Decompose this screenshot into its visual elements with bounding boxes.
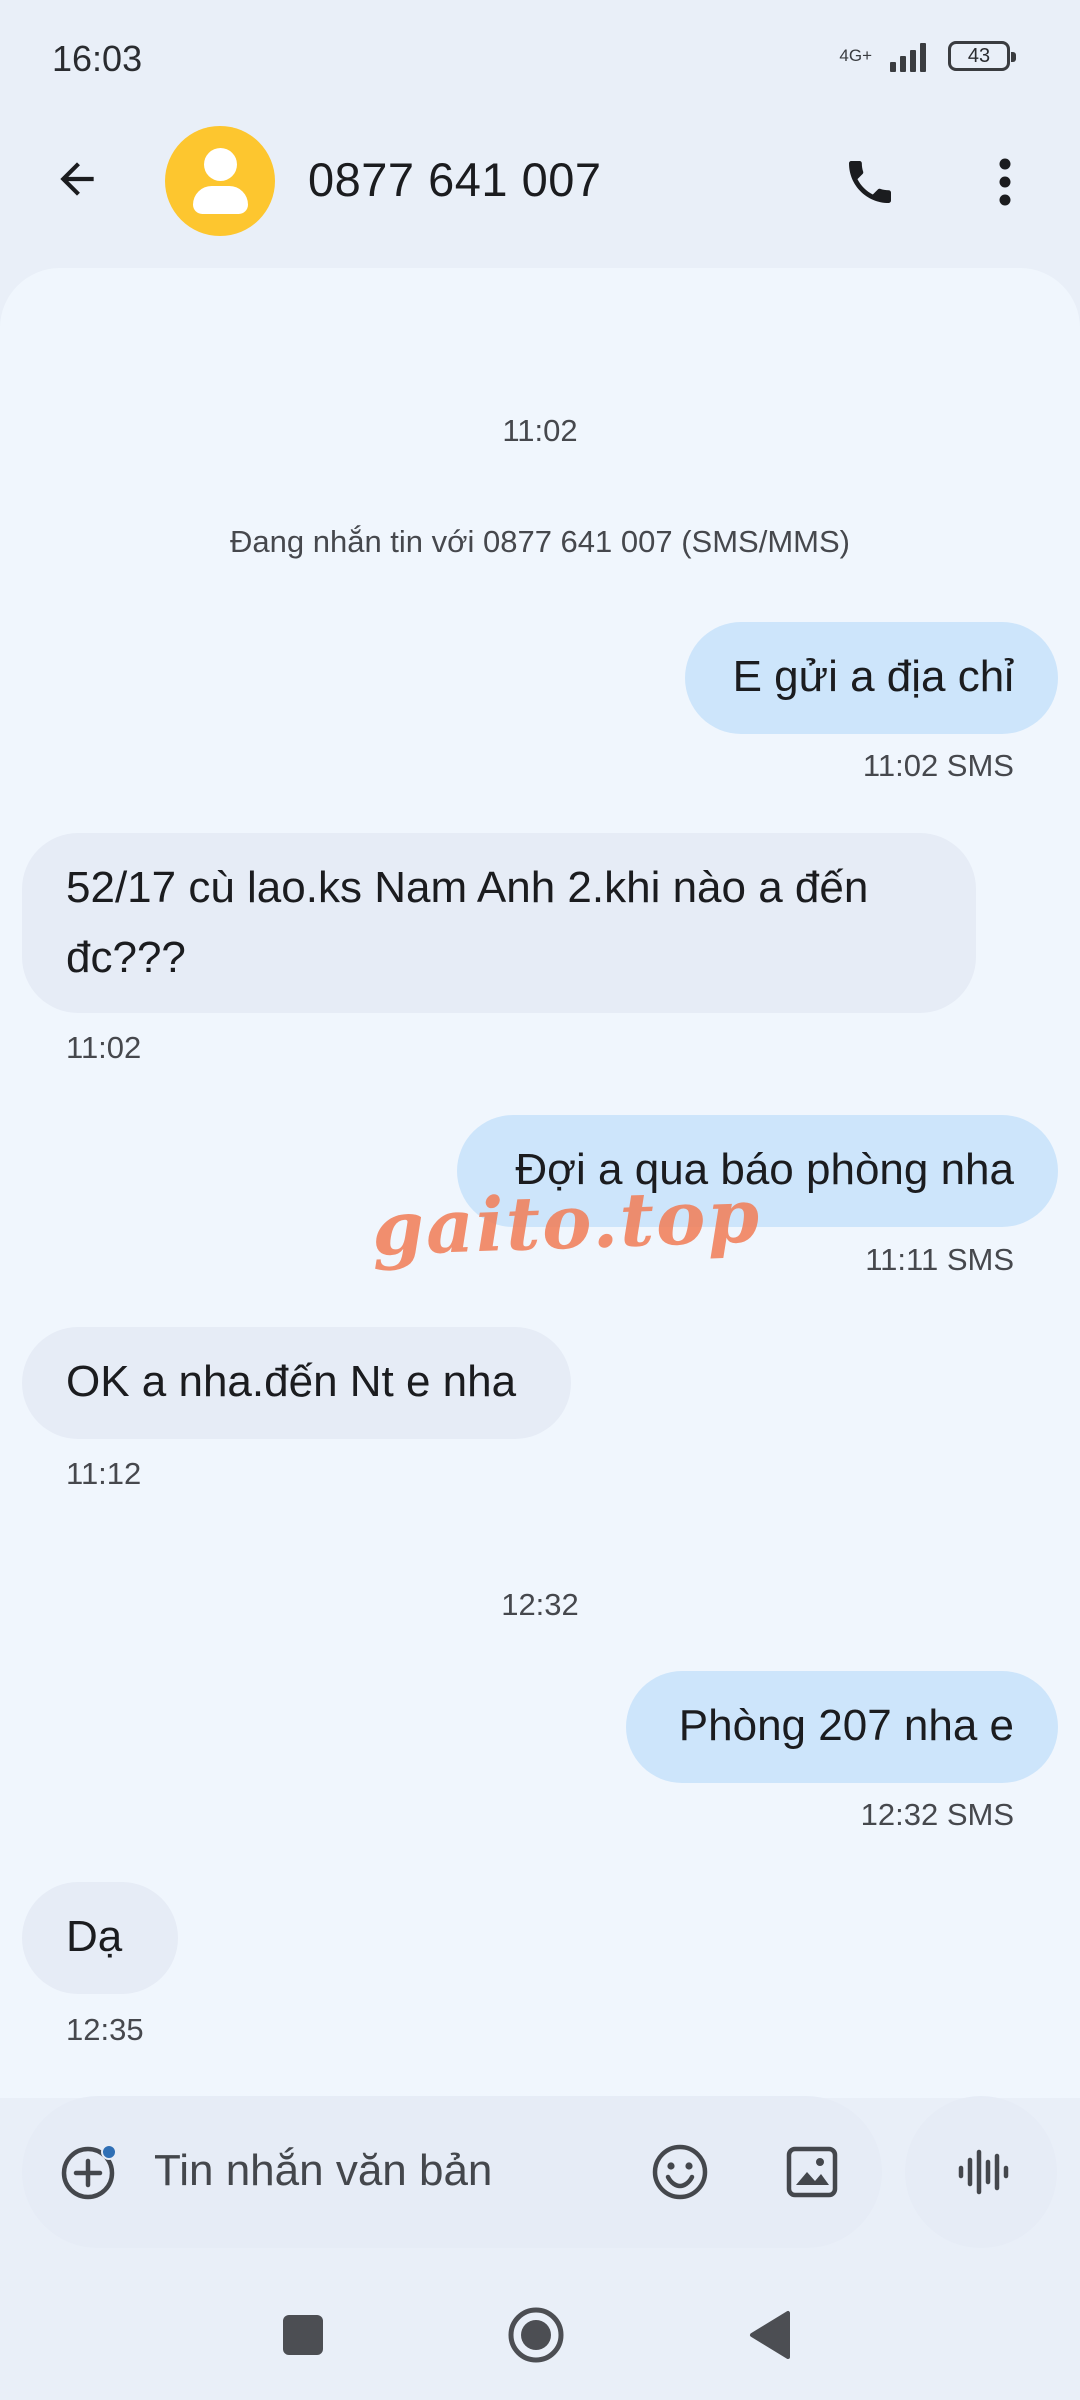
more-vert-icon	[999, 158, 1011, 206]
contact-title[interactable]: 0877 641 007	[308, 152, 602, 207]
message-text-line: 52/17 cù lao.ks Nam Anh 2.khi nào a đến	[66, 863, 869, 912]
gallery-button[interactable]	[774, 2134, 850, 2210]
outgoing-message[interactable]: E gửi a địa chỉ	[685, 622, 1058, 734]
add-circle-icon	[61, 2144, 117, 2200]
message-meta: 11:02	[66, 1030, 142, 1065]
more-options-button[interactable]	[965, 142, 1045, 222]
arrow-left-icon	[60, 162, 94, 196]
voice-message-button[interactable]	[905, 2096, 1057, 2248]
voice-wave-icon	[958, 2149, 1009, 2195]
incoming-message[interactable]: 52/17 cù lao.ks Nam Anh 2.khi nào a đến …	[22, 833, 976, 1013]
system-nav-bar	[0, 2270, 1080, 2400]
home-button[interactable]	[493, 2292, 579, 2378]
compose-bar: Tin nhắn văn bản	[22, 2096, 882, 2248]
network-type: 4G+	[839, 46, 872, 65]
message-text: Phòng 207 nha e	[678, 1701, 1014, 1750]
thread-timestamp: 12:32	[501, 1587, 579, 1622]
circle-icon	[508, 2307, 564, 2363]
square-icon	[283, 2315, 323, 2355]
status-icons: 4G+ 43	[839, 40, 1016, 72]
incoming-message[interactable]: OK a nha.đến Nt e nha	[22, 1327, 571, 1439]
message-text: OK a nha.đến Nt e nha	[66, 1357, 517, 1406]
message-meta: 11:02 SMS	[862, 748, 1014, 783]
message-input[interactable]: Tin nhắn văn bản	[154, 2146, 492, 2196]
message-meta: 11:12	[66, 1456, 142, 1491]
call-button[interactable]	[830, 142, 910, 222]
message-text: E gửi a địa chỉ	[732, 652, 1014, 701]
message-meta: 12:35	[66, 2012, 144, 2047]
message-meta: 11:11 SMS	[865, 1242, 1014, 1277]
phone-icon	[849, 161, 891, 203]
signal-icon	[890, 43, 926, 72]
avatar[interactable]	[165, 126, 275, 236]
watermark: gaito.top	[370, 1173, 763, 1273]
conversation-notice: Đang nhắn tin với 0877 641 007 (SMS/MMS)	[230, 524, 850, 559]
message-meta: 12:32 SMS	[860, 1797, 1014, 1832]
emoji-button[interactable]	[642, 2134, 718, 2210]
emoji-icon	[652, 2144, 708, 2200]
status-bar: 16:03 4G+ 43	[0, 0, 1080, 120]
incoming-message[interactable]: Dạ	[22, 1882, 178, 1994]
thread-timestamp: 11:02	[502, 413, 578, 448]
triangle-back-icon	[750, 2311, 790, 2359]
outgoing-message[interactable]: Phòng 207 nha e	[626, 1671, 1058, 1783]
battery-level: 43	[967, 44, 991, 67]
message-text-line: đc???	[66, 933, 186, 982]
message-text: Dạ	[66, 1912, 123, 1961]
avatar-person-icon	[204, 148, 237, 181]
back-button[interactable]	[40, 142, 114, 216]
avatar-person-body	[193, 186, 248, 214]
battery-icon: 43	[948, 41, 1016, 71]
add-attachment-button[interactable]	[52, 2134, 128, 2210]
nav-back-button[interactable]	[727, 2292, 813, 2378]
status-time: 16:03	[52, 38, 143, 79]
recents-button[interactable]	[260, 2292, 346, 2378]
image-icon	[786, 2146, 838, 2198]
